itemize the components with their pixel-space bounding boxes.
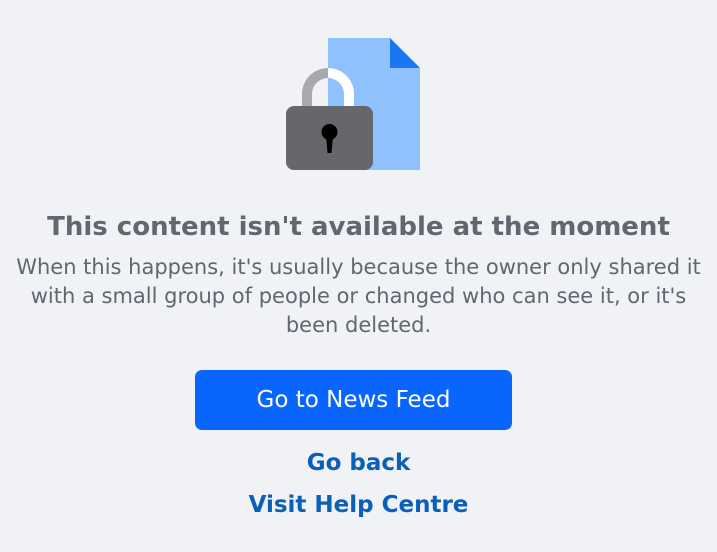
go-to-news-feed-button[interactable]: Go to News Feed: [195, 370, 512, 430]
unavailable-description: When this happens, it's usually because …: [16, 255, 701, 337]
locked-document-icon: [286, 38, 420, 170]
go-back-link[interactable]: Go back: [0, 447, 717, 479]
visit-help-centre-link[interactable]: Visit Help Centre: [0, 489, 717, 521]
page-title: This content isn't available at the mome…: [47, 212, 670, 242]
content-unavailable-panel: This content isn't available at the mome…: [0, 0, 717, 552]
